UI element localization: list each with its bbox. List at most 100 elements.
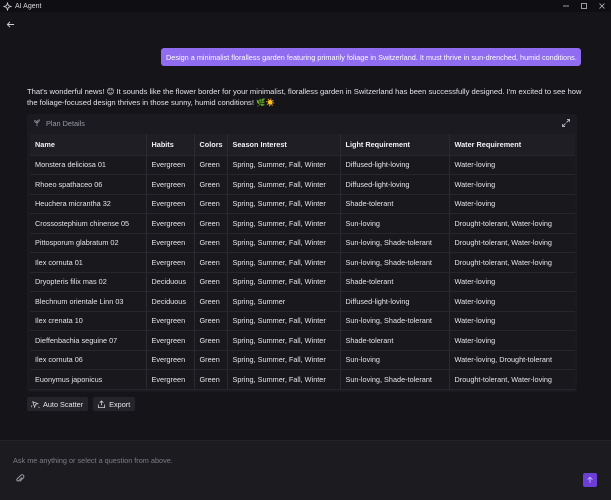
prompt-input[interactable]: Ask me anything or select a question fro… [13, 456, 173, 465]
column-header-name: Name [30, 134, 147, 156]
cell-season-interest: Spring, Summer, Fall, Winter [227, 233, 341, 253]
plan-actions: Auto Scatter Export [27, 397, 136, 411]
cell-colors: Green [194, 291, 228, 312]
table-header-row: Name Habits Colors Season Interest Light… [30, 134, 575, 156]
cell-water-requirement: Drought-tolerant, Water-loving [449, 213, 575, 234]
plan-table: Name Habits Colors Season Interest Light… [30, 134, 575, 390]
send-arrow-icon [587, 476, 593, 483]
window-title: AI Agent [15, 2, 42, 10]
column-header-habits: Habits [146, 134, 195, 156]
auto-scatter-label: Auto Scatter [43, 399, 84, 409]
close-icon[interactable] [593, 0, 611, 12]
export-icon [97, 399, 106, 409]
cell-water-requirement: Water-loving, Drought-tolerant [449, 350, 575, 370]
cell-light-requirement: Sun-loving [340, 350, 450, 370]
cell-light-requirement: Shade-tolerant [340, 272, 450, 292]
cell-water-requirement: Water-loving [449, 330, 575, 351]
cell-season-interest: Spring, Summer, Fall, Winter [227, 155, 341, 175]
cell-season-interest: Spring, Summer, Fall, Winter [227, 330, 341, 351]
cell-water-requirement: Water-loving [449, 291, 575, 312]
cell-light-requirement: Shade-tolerant [340, 330, 450, 351]
table-row: Pittosporum glabratum 02 Evergreen Green… [30, 233, 575, 253]
table-row: Monstera deliciosa 01 Evergreen Green Sp… [30, 155, 575, 175]
cell-season-interest: Spring, Summer, Fall, Winter [227, 272, 341, 292]
cell-colors: Green [194, 213, 228, 234]
send-button[interactable] [583, 473, 597, 487]
cell-name: Crossostephium chinense 05 [30, 213, 147, 234]
table-row: Rhoeo spathaceo 06 Evergreen Green Sprin… [30, 174, 575, 195]
cell-name: Dieffenbachia seguine 07 [30, 330, 147, 351]
expand-icon[interactable] [561, 118, 571, 128]
cell-light-requirement: Sun-loving, Shade-tolerant [340, 311, 450, 331]
back-arrow-icon[interactable] [4, 18, 16, 30]
window-controls [557, 0, 611, 12]
cell-colors: Green [194, 311, 228, 331]
maximize-icon[interactable] [575, 0, 593, 12]
cell-habits: Evergreen [146, 330, 195, 351]
cell-habits: Evergreen [146, 174, 195, 195]
cell-water-requirement: Water-loving [449, 311, 575, 331]
cell-habits: Evergreen [146, 213, 195, 234]
cell-water-requirement: Water-loving [449, 174, 575, 195]
cell-habits: Deciduous [146, 272, 195, 292]
cell-colors: Green [194, 369, 228, 390]
cell-season-interest: Spring, Summer, Fall, Winter [227, 369, 341, 390]
cell-water-requirement: Water-loving [449, 272, 575, 292]
cell-water-requirement: Water-loving [449, 194, 575, 214]
prompt-input-area[interactable]: Ask me anything or select a question fro… [0, 440, 611, 500]
cell-colors: Green [194, 155, 228, 175]
export-button[interactable]: Export [93, 397, 136, 411]
cell-habits: Evergreen [146, 350, 195, 370]
cell-name: Heuchera micrantha 32 [30, 194, 147, 214]
cell-season-interest: Spring, Summer, Fall, Winter [227, 194, 341, 214]
cell-name: Monstera deliciosa 01 [30, 155, 147, 175]
column-header-colors: Colors [194, 134, 228, 156]
cell-colors: Green [194, 194, 228, 214]
cell-water-requirement: Drought-tolerant, Water-loving [449, 233, 575, 253]
cell-light-requirement: Diffused-light-loving [340, 174, 450, 195]
assistant-message: That's wonderful news! 😊 It sounds like … [27, 87, 582, 107]
cell-name: Euonymus japonicus [30, 369, 147, 390]
table-row: Heuchera micrantha 32 Evergreen Green Sp… [30, 194, 575, 214]
title-bar: AI Agent [0, 0, 611, 12]
column-header-water-requirement: Water Requirement [449, 134, 575, 156]
plan-details-header: Plan Details [27, 114, 577, 132]
cell-habits: Evergreen [146, 369, 195, 390]
cell-season-interest: Spring, Summer, Fall, Winter [227, 252, 341, 273]
cell-habits: Evergreen [146, 252, 195, 273]
cell-season-interest: Spring, Summer, Fall, Winter [227, 213, 341, 234]
column-header-season-interest: Season Interest [227, 134, 341, 156]
app-logo-icon [0, 0, 14, 12]
column-header-light-requirement: Light Requirement [340, 134, 450, 156]
cell-water-requirement: Water-loving [449, 155, 575, 175]
table-row: Ilex cornuta 01 Evergreen Green Spring, … [30, 252, 575, 273]
cell-season-interest: Spring, Summer, Fall, Winter [227, 174, 341, 195]
plan-details-title: Plan Details [46, 118, 85, 128]
cell-water-requirement: Drought-tolerant, Water-loving [449, 252, 575, 273]
cell-season-interest: Spring, Summer, Fall, Winter [227, 350, 341, 370]
table-row: Crossostephium chinense 05 Evergreen Gre… [30, 213, 575, 234]
cell-name: Rhoeo spathaceo 06 [30, 174, 147, 195]
cell-light-requirement: Sun-loving, Shade-tolerant [340, 252, 450, 273]
cell-light-requirement: Diffused-light-loving [340, 291, 450, 312]
cell-colors: Green [194, 233, 228, 253]
cell-name: Blechnum orientale Linn 03 [30, 291, 147, 312]
cell-colors: Green [194, 350, 228, 370]
cell-habits: Evergreen [146, 233, 195, 253]
auto-scatter-button[interactable]: Auto Scatter [27, 397, 89, 411]
minimize-icon[interactable] [557, 0, 575, 12]
plant-icon [32, 119, 42, 127]
cell-light-requirement: Sun-loving [340, 213, 450, 234]
cell-name: Ilex crenata 10 [30, 311, 147, 331]
cell-light-requirement: Sun-loving, Shade-tolerant [340, 369, 450, 390]
attachment-icon[interactable] [15, 474, 25, 484]
export-label: Export [109, 399, 131, 409]
cell-light-requirement: Diffused-light-loving [340, 155, 450, 175]
plan-details-card: Plan Details Name Habits Colors Season I… [27, 114, 577, 392]
cell-name: Ilex cornuta 06 [30, 350, 147, 370]
cell-colors: Green [194, 272, 228, 292]
cell-name: Dryopteris filix mas 02 [30, 272, 147, 292]
cell-name: Ilex cornuta 01 [30, 252, 147, 273]
table-row: Euonymus japonicus Evergreen Green Sprin… [30, 369, 575, 390]
scatter-icon [31, 400, 40, 409]
